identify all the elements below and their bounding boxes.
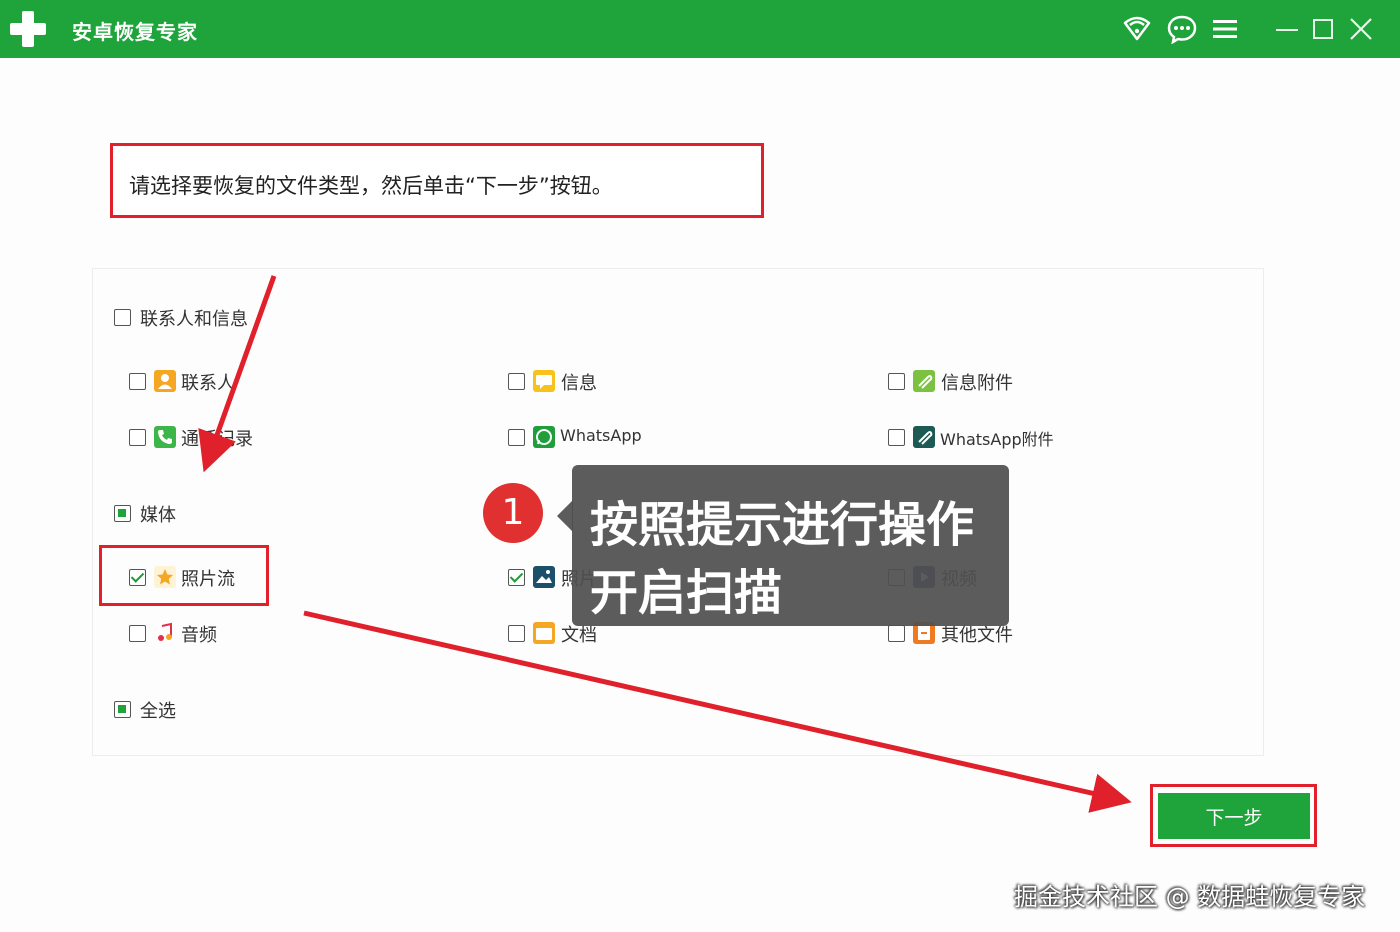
audio-label: 音频 xyxy=(181,625,217,646)
app-title: 安卓恢复专家 xyxy=(72,20,198,44)
minimize-icon[interactable] xyxy=(1272,14,1302,44)
next-button[interactable]: 下一步 xyxy=(1158,793,1310,839)
app-logo-icon xyxy=(10,11,46,47)
whatsapp-icon xyxy=(533,426,555,448)
music-note-icon xyxy=(154,622,176,644)
instruction-text: 请选择要恢复的文件类型，然后单击“下一步”按钮。 xyxy=(129,174,613,198)
documents-checkbox[interactable] xyxy=(508,625,525,642)
call-log-checkbox[interactable] xyxy=(129,429,146,446)
message-attachments-checkbox[interactable] xyxy=(888,373,905,390)
select-all-label: 全选 xyxy=(140,701,176,722)
instruction-box: 请选择要恢复的文件类型，然后单击“下一步”按钮。 xyxy=(110,143,764,218)
messages-icon xyxy=(533,370,555,392)
watermark: 掘金技术社区 @ 数据蛙恢复专家 xyxy=(1014,883,1366,911)
phone-icon xyxy=(154,426,176,448)
whatsapp-attachments-checkbox[interactable] xyxy=(888,429,905,446)
group-contacts-label: 联系人和信息 xyxy=(140,309,248,330)
tooltip-line-2: 开启扫描 xyxy=(590,565,783,621)
group-media-checkbox[interactable] xyxy=(114,505,131,522)
title-bar: 安卓恢复专家 xyxy=(0,0,1400,58)
group-media-label: 媒体 xyxy=(140,505,176,526)
messages-label: 信息 xyxy=(561,373,597,394)
contacts-checkbox[interactable] xyxy=(129,373,146,390)
wifi-icon[interactable] xyxy=(1122,14,1152,44)
menu-icon[interactable] xyxy=(1210,14,1240,44)
whatsapp-attachment-icon xyxy=(913,426,935,448)
contacts-icon xyxy=(154,370,176,392)
group-contacts-checkbox[interactable] xyxy=(114,309,131,326)
attachment-icon xyxy=(913,370,935,392)
photos-checkbox[interactable] xyxy=(508,569,525,586)
tooltip-tail xyxy=(557,500,573,532)
close-icon[interactable] xyxy=(1346,14,1376,44)
message-attachments-label: 信息附件 xyxy=(941,373,1013,394)
call-log-label: 通话记录 xyxy=(181,429,253,450)
tooltip-line-1: 按照提示进行操作 xyxy=(590,497,975,553)
step-badge: 1 xyxy=(483,483,543,543)
whatsapp-checkbox[interactable] xyxy=(508,429,525,446)
annotation-tooltip: 按照提示进行操作 开启扫描 xyxy=(572,465,1009,626)
maximize-icon[interactable] xyxy=(1308,14,1338,44)
whatsapp-attachments-label: WhatsApp附件 xyxy=(940,430,1054,449)
image-icon xyxy=(533,566,555,588)
folder-icon xyxy=(533,622,555,644)
whatsapp-label: WhatsApp xyxy=(560,426,642,445)
select-all-checkbox[interactable] xyxy=(114,701,131,718)
photo-stream-highlight xyxy=(99,545,269,606)
messages-checkbox[interactable] xyxy=(508,373,525,390)
contacts-label: 联系人 xyxy=(181,373,235,394)
audio-checkbox[interactable] xyxy=(129,625,146,642)
other-files-checkbox[interactable] xyxy=(888,625,905,642)
feedback-icon[interactable] xyxy=(1167,14,1197,45)
